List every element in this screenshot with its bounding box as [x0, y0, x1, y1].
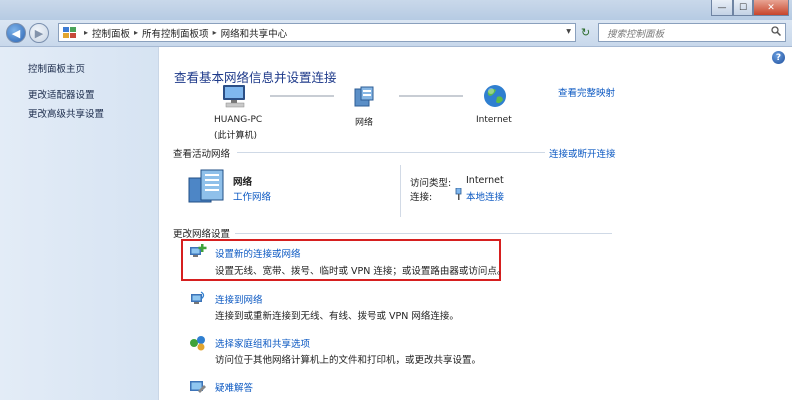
- breadcrumb[interactable]: ▸ 控制面板 ▸ 所有控制面板项 ▸ 网络和共享中心 ▾: [58, 23, 576, 42]
- new-connection-icon: [190, 244, 207, 257]
- divider: [237, 152, 545, 153]
- connect-disconnect-link[interactable]: 连接或断开连接: [549, 146, 616, 160]
- breadcrumb-separator: ▸: [212, 28, 217, 37]
- network-node-label: 网络: [355, 118, 374, 128]
- change-settings-title: 更改网络设置: [173, 229, 231, 240]
- breadcrumb-separator: ▸: [84, 28, 89, 37]
- address-bar: ◀ ▶ ▸ 控制面板 ▸ 所有控制面板项 ▸ 网络和共享中心 ▾ ↻ 搜索控制面…: [0, 20, 792, 47]
- internet-node-label: Internet: [476, 115, 512, 125]
- vertical-divider: [400, 165, 401, 217]
- computer-subtitle: (此计算机): [214, 131, 258, 141]
- computer-icon: [223, 85, 245, 108]
- sidebar-item-advanced-sharing[interactable]: 更改高级共享设置: [28, 106, 104, 120]
- refresh-icon[interactable]: ↻: [581, 26, 590, 39]
- connection-line: [270, 95, 334, 97]
- task-new-connection[interactable]: 设置新的连接或网络: [215, 246, 301, 260]
- sidebar-item-adapter-settings[interactable]: 更改适配器设置: [28, 87, 95, 101]
- back-icon: ◀: [11, 26, 21, 40]
- network-icon: [354, 86, 374, 107]
- search-input[interactable]: 搜索控制面板: [598, 23, 786, 42]
- plug-icon: [455, 188, 462, 200]
- connection-label: 连接:: [410, 192, 433, 203]
- homegroup-icon: [190, 336, 205, 351]
- computer-name: HUANG-PC: [214, 115, 263, 125]
- access-type-label: 访问类型:: [410, 178, 452, 189]
- breadcrumb-separator: ▸: [134, 28, 139, 37]
- title-bar: — ☐ ✕: [0, 0, 792, 20]
- forward-icon: ▶: [34, 26, 44, 40]
- main-content: ? 查看基本网络信息并设置连接 查看完整映射 HUANG-PC (此计算机) 网…: [159, 47, 792, 400]
- connection-line: [399, 95, 463, 97]
- building-network-icon: [188, 169, 224, 203]
- task-homegroup[interactable]: 选择家庭组和共享选项: [215, 336, 310, 350]
- help-icon[interactable]: ?: [772, 51, 785, 64]
- maximize-button[interactable]: ☐: [733, 0, 753, 16]
- sidebar-item-home[interactable]: 控制面板主页: [28, 61, 85, 75]
- connect-network-icon: [191, 291, 205, 304]
- back-button[interactable]: ◀: [6, 23, 26, 43]
- search-placeholder: 搜索控制面板: [607, 28, 665, 40]
- forward-button[interactable]: ▶: [29, 23, 49, 43]
- task-connect-network[interactable]: 连接到网络: [215, 292, 263, 306]
- active-network-name: 网络: [233, 177, 253, 188]
- control-panel-icon: [63, 26, 76, 38]
- task-homegroup-desc: 访问位于其他网络计算机上的文件和打印机，或更改共享设置。: [215, 355, 482, 366]
- breadcrumb-item-control-panel[interactable]: 控制面板: [92, 26, 130, 40]
- task-new-connection-desc: 设置无线、宽带、拨号、临时或 VPN 连接；或设置路由器或访问点。: [215, 266, 507, 277]
- breadcrumb-item-all-items[interactable]: 所有控制面板项: [142, 26, 209, 40]
- active-networks-title: 查看活动网络: [173, 149, 231, 160]
- local-connection-link[interactable]: 本地连接: [466, 189, 504, 203]
- full-map-link[interactable]: 查看完整映射: [558, 85, 615, 99]
- task-troubleshoot[interactable]: 疑难解答: [215, 380, 253, 394]
- page-title: 查看基本网络信息并设置连接: [174, 70, 337, 85]
- troubleshoot-icon: [190, 381, 206, 393]
- address-dropdown-button[interactable]: ▾: [566, 26, 571, 37]
- sidebar: 控制面板主页 更改适配器设置 更改高级共享设置: [0, 47, 159, 400]
- access-type-value: Internet: [466, 175, 504, 186]
- task-connect-network-desc: 连接到或重新连接到无线、有线、拨号或 VPN 网络连接。: [215, 311, 459, 322]
- network-type-link[interactable]: 工作网络: [233, 189, 271, 203]
- globe-icon: [484, 85, 506, 107]
- minimize-button[interactable]: —: [711, 0, 733, 16]
- breadcrumb-item-network-center[interactable]: 网络和共享中心: [221, 26, 288, 40]
- close-button[interactable]: ✕: [753, 0, 789, 16]
- divider: [235, 233, 612, 234]
- search-icon[interactable]: [771, 26, 781, 36]
